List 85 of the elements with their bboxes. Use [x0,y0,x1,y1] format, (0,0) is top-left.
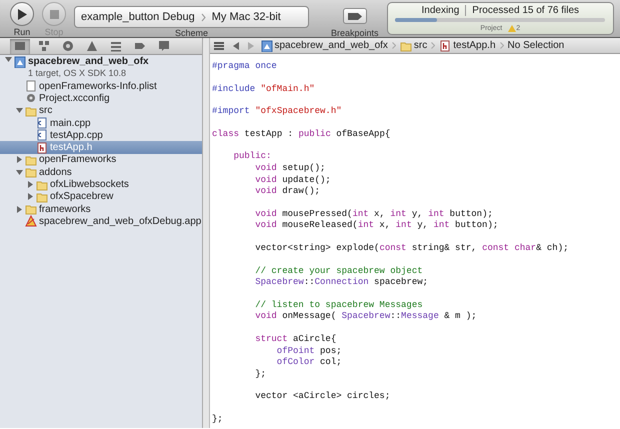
collapse-triangle-icon[interactable] [16,168,22,176]
warning-icon [86,40,98,52]
code-line: #import "ofxSpacebrew.h" [212,106,342,118]
tree-item[interactable]: Project.xcconfig [0,92,202,105]
header-file-icon [439,40,452,52]
folder-icon [25,104,37,117]
stop-icon [50,10,58,18]
folder-icon [36,178,48,191]
breakpoints-button[interactable] [342,8,367,24]
code-line: #pragma once [212,61,277,73]
hierarchy-icon [38,40,50,52]
grid-icon[interactable] [214,42,224,50]
code-line: ofPoint pos; [276,346,342,358]
toolbar-label: Run [14,27,30,37]
code-line: void update(); [254,174,331,186]
toolbar-label: Breakpoints [331,28,379,38]
code-line: void setup(); [254,162,326,175]
play-icon [17,8,27,20]
toolbar-label: Scheme [174,28,208,38]
list-icon [110,40,122,52]
code-line: }; [212,414,223,426]
code-line: void mouseReleased(int x, int y, int button); [254,220,498,232]
navigator-tab[interactable] [10,38,30,54]
code-line: // create your spacebrew object [254,266,423,278]
collapse-triangle-icon[interactable] [4,56,12,63]
tree-item[interactable]: spacebrew_and_web_ofxDebug.app [0,215,202,228]
tree-item[interactable]: src [0,104,202,117]
header-file-icon [36,142,48,154]
search-icon [62,40,74,52]
code-line: vector <aCircle> circles; [254,391,390,403]
right-arrow-icon [248,42,254,50]
tree-item[interactable]: spacebrew_and_web_ofx 1 target, OS X SDK 10.8 [0,56,202,80]
back-button[interactable] [233,42,239,50]
folder-icon [25,166,37,178]
breadcrumb[interactable]: spacebrew_and_web_ofx [260,38,388,53]
code-line: struct aCircle{ [254,334,336,346]
code-line: vector<string> explode(const string& str, const char& ch); [254,242,568,255]
tree-item[interactable]: testApp.cpp [0,129,202,142]
run-button[interactable] [10,2,34,26]
collapse-triangle-icon[interactable] [16,107,22,114]
chevron-icon [392,42,396,49]
folder-icon [25,154,37,166]
left-arrow-icon [233,42,239,50]
tree-item[interactable]: openFrameworks-Info.plist [0,80,202,92]
warning-icon [508,25,516,32]
app-icon [25,215,37,228]
code-line: #include "ofMain.h" [212,84,315,96]
code-line: void draw(); [254,186,320,198]
folder-icon [36,190,48,203]
code-line: ofColor col; [276,357,342,369]
tree-item[interactable]: openFrameworks [0,154,202,166]
breadcrumb[interactable]: testApp.h [439,38,496,53]
cpp-file-icon [36,117,48,130]
folder-icon [14,40,26,52]
chevron-icon [500,42,504,49]
expand-triangle-icon[interactable] [16,156,22,164]
tree-item[interactable]: main.cpp [0,116,202,130]
code-line: class testApp : public ofBaseApp{ [212,128,390,140]
code-line: void mousePressed(int x, int y, int button); [254,208,493,220]
speech-bubble-icon [158,40,170,52]
project-icon [14,56,26,68]
code-line: Spacebrew::Connection spacebrew; [254,277,428,289]
breadcrumb[interactable]: src [400,38,428,53]
breadcrumb[interactable]: No Selection [508,38,564,53]
scheme-popup[interactable]: example_button Debug My Mac 32-bit [74,6,309,28]
project-icon [260,40,272,52]
gear-icon [25,92,37,104]
chevron-icon [200,12,206,22]
tree-item[interactable]: frameworks [0,202,202,216]
code-line: public: [232,151,272,163]
code-line: void onMessage( Spacebrew::Message & m ); [254,311,477,323]
chevron-icon [431,42,436,49]
folder-icon [25,203,37,216]
activity-task: Indexing [421,5,466,16]
tree-item[interactable]: ofxLibwebsockets [0,178,202,191]
code-line: // listen to spacebrew Messages [254,300,423,312]
breakpoint-icon [348,12,362,20]
cpp-file-icon [36,129,48,142]
tree-item[interactable]: addons [0,166,202,178]
tree-item[interactable]: ofxSpacebrew [0,190,202,203]
project-subtitle: 1 target, OS X SDK 10.8 [28,68,128,78]
code-line: }; [254,368,266,380]
document-icon [25,80,37,92]
breakpoint-icon [134,40,146,52]
activity-status: Processed 15 of 76 files [472,5,580,16]
